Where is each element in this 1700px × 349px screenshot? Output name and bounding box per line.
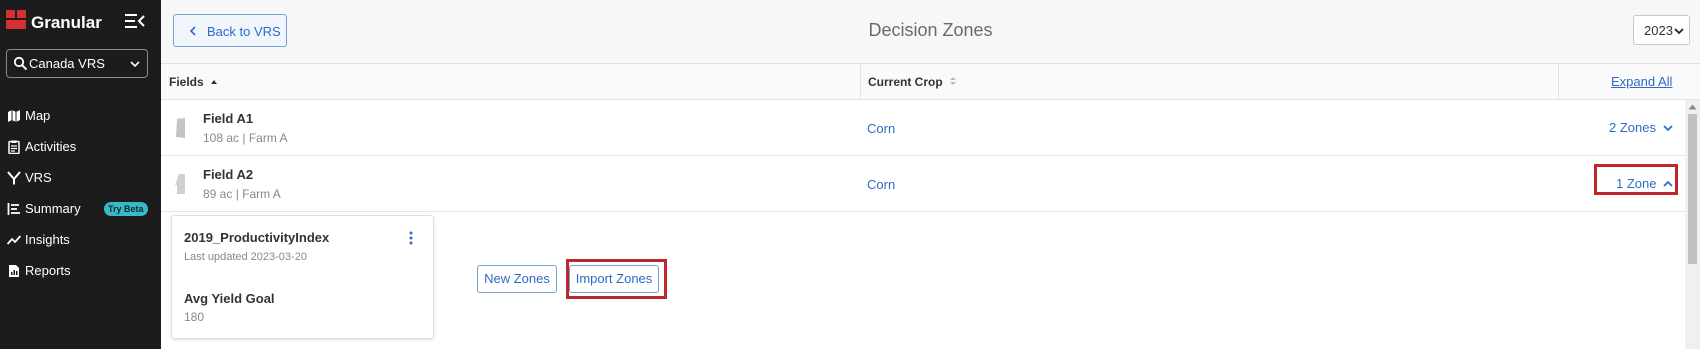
- sidebar-nav: Map Activities VRS Summary Try Beta Insi…: [0, 103, 161, 289]
- brand-name: Granular: [31, 13, 102, 32]
- sidebar-item-label: Summary: [25, 201, 81, 216]
- year-selector[interactable]: 2023: [1633, 15, 1690, 45]
- account-selector[interactable]: Canada VRS: [6, 49, 148, 78]
- current-crop-column-header[interactable]: Current Crop: [868, 75, 957, 89]
- zone-updated: Last updated 2023-03-20: [184, 251, 307, 263]
- sidebar-item-label: VRS: [25, 170, 52, 185]
- zones-toggle[interactable]: 2 Zones: [1609, 120, 1673, 135]
- summary-icon: [7, 203, 20, 215]
- field-shape-icon: [176, 118, 185, 138]
- avg-yield-goal-label: Avg Yield Goal: [184, 291, 275, 306]
- year-value: 2023: [1644, 23, 1673, 38]
- expand-all-link[interactable]: Expand All: [1611, 74, 1672, 89]
- sidebar-item-activities[interactable]: Activities: [0, 134, 161, 165]
- field-shape-icon: [175, 174, 185, 194]
- zone-card[interactable]: 2019_ProductivityIndex Last updated 2023…: [171, 215, 434, 339]
- fields-column-header[interactable]: Fields: [169, 75, 218, 89]
- sidebar: Granular Canada VRS Map Activities VRS S…: [0, 0, 161, 349]
- sidebar-item-label: Insights: [25, 232, 70, 247]
- chevron-down-icon: [130, 61, 140, 68]
- zones-count: 2 Zones: [1609, 120, 1656, 135]
- field-name: Field A1: [203, 111, 254, 126]
- sidebar-item-map[interactable]: Map: [0, 103, 161, 134]
- granular-logo-icon: [6, 10, 28, 30]
- table-row[interactable]: Field A1 108 ac | Farm A Corn 2 Zones: [161, 101, 1685, 156]
- current-crop-link[interactable]: Corn: [867, 177, 895, 192]
- sidebar-item-reports[interactable]: Reports: [0, 258, 161, 289]
- sidebar-item-label: Reports: [25, 263, 71, 278]
- page-title: Decision Zones: [868, 20, 993, 40]
- zone-title: 2019_ProductivityIndex: [184, 230, 330, 245]
- sidebar-item-vrs[interactable]: VRS: [0, 165, 161, 196]
- field-meta: 89 ac | Farm A: [203, 187, 281, 201]
- new-zones-button[interactable]: New Zones: [477, 265, 557, 293]
- page-header: Back to VRS Decision Zones 2023: [161, 0, 1700, 64]
- column-divider: [1558, 64, 1559, 100]
- collapse-menu-icon[interactable]: [123, 11, 147, 31]
- sort-ascending-icon: [211, 80, 218, 84]
- sidebar-item-label: Activities: [25, 139, 77, 154]
- vrs-icon: [7, 171, 21, 185]
- sort-icon: [950, 77, 957, 85]
- clipboard-icon: [8, 140, 20, 154]
- sidebar-item-summary[interactable]: Summary Try Beta: [0, 196, 161, 227]
- map-icon: [8, 110, 20, 122]
- column-divider: [860, 64, 861, 100]
- sidebar-item-insights[interactable]: Insights: [0, 227, 161, 258]
- import-zones-highlight: [566, 259, 667, 299]
- account-name: Canada VRS: [29, 56, 105, 71]
- field-name: Field A2: [203, 167, 254, 182]
- search-icon: [13, 56, 28, 71]
- more-options-icon[interactable]: [406, 230, 416, 246]
- main-content: Back to VRS Decision Zones 2023 Fields C…: [161, 0, 1700, 349]
- table-header: Fields Current Crop Expand All: [161, 64, 1700, 100]
- chevron-down-icon: [1662, 125, 1673, 132]
- sidebar-item-label: Map: [25, 108, 51, 123]
- chevron-down-icon: [1674, 28, 1684, 35]
- table-row[interactable]: Field A2 89 ac | Farm A Corn 1 Zone: [161, 157, 1685, 212]
- trend-icon: [7, 235, 21, 245]
- current-crop-link[interactable]: Corn: [867, 121, 895, 136]
- zones-toggle-highlight: [1594, 164, 1678, 195]
- try-beta-badge[interactable]: Try Beta: [104, 202, 148, 216]
- report-icon: [9, 265, 19, 277]
- scrollbar-thumb[interactable]: [1688, 114, 1697, 264]
- fields-column-label: Fields: [169, 75, 204, 89]
- brand-logo[interactable]: Granular: [6, 8, 156, 38]
- avg-yield-goal-value: 180: [184, 310, 205, 324]
- crop-column-label: Current Crop: [868, 75, 943, 89]
- scrollbar[interactable]: [1685, 100, 1700, 349]
- scroll-up-arrow-icon[interactable]: [1688, 104, 1697, 110]
- field-meta: 108 ac | Farm A: [203, 131, 288, 145]
